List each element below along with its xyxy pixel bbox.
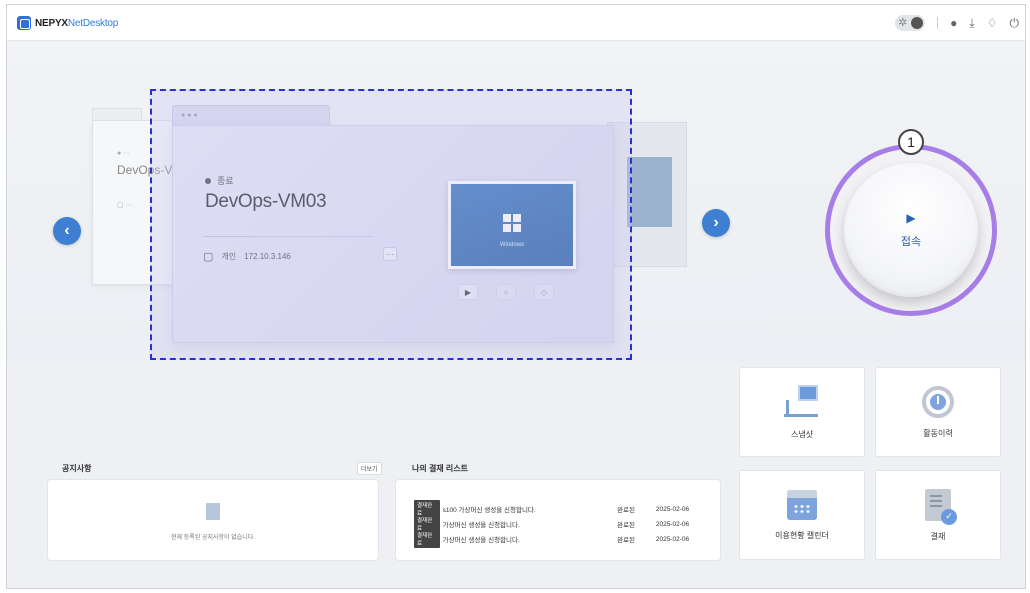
selection-highlight (150, 89, 632, 360)
approval-subject: s100 가상머신 생성을 신청합니다. (442, 507, 536, 514)
list-item[interactable]: 결재완료 가상머신 생성을 신청합니다. 완료된 2025-02-06 (414, 530, 714, 548)
bell-icon[interactable]: ♢ (987, 16, 998, 30)
tile-label: 활동이력 (923, 428, 953, 438)
approvals-panel: 결재완료 s100 가상머신 생성을 신청합니다. 완료된 2025-02-06… (395, 479, 721, 561)
approval-date: 2025-02-06 (655, 535, 690, 543)
next-card-screen (627, 157, 672, 227)
history-icon (922, 385, 954, 418)
prev-card-meta: ▢ ··· (117, 202, 133, 209)
usage-calendar-tile[interactable]: 이용현황 캘린더 (739, 470, 865, 560)
check-icon: ✓ (941, 508, 957, 525)
approval-status: 완료된 (617, 507, 636, 514)
tile-label: 결재 (930, 531, 946, 541)
connect-button[interactable]: ▶ 접속 (844, 163, 978, 297)
status-badge: 결재완료 (414, 530, 440, 548)
carousel-next-button[interactable]: › (702, 209, 730, 237)
approval-status: 완료된 (617, 537, 636, 544)
download-icon[interactable]: ⤓ (969, 16, 974, 31)
top-header: NEPYXNetDesktop ✲ ● ⤓ ♢ ⏻ (7, 5, 1025, 41)
approval-date: 2025-02-06 (655, 520, 690, 528)
header-divider (937, 17, 939, 29)
approval-date: 2025-02-06 (655, 505, 690, 513)
play-icon: ▶ (906, 211, 916, 225)
prev-card-tab (92, 108, 142, 120)
step-badge: 1 (898, 129, 924, 155)
logo[interactable]: NEPYXNetDesktop (17, 16, 118, 30)
toggle-knob (911, 17, 924, 29)
approvals-title: 나의 결재 리스트 (412, 464, 468, 473)
header-actions: ✲ ● ⤓ ♢ ⏻ (895, 15, 1019, 31)
notices-panel: 현재 등록된 공지사항이 없습니다. (47, 479, 379, 561)
connect-label: 접속 (900, 236, 922, 248)
approval-tile[interactable]: ✓ 결재 (875, 470, 1001, 560)
logo-accent: NetDesktop (67, 17, 119, 29)
user-icon[interactable]: ● (950, 16, 957, 30)
activity-history-tile[interactable]: 활동이력 (875, 367, 1001, 457)
chevron-left-icon: ‹ (64, 222, 70, 239)
approval-status: 완료된 (617, 522, 636, 529)
tile-label: 스냅샷 (790, 429, 814, 439)
notices-more-button[interactable]: 더보기 (357, 462, 382, 475)
carousel-prev-button[interactable]: ‹ (53, 217, 81, 245)
snapshot-icon (784, 384, 820, 419)
logo-name: NEPYX (35, 17, 68, 29)
app-window: NEPYXNetDesktop ✲ ● ⤓ ♢ ⏻ ● ··· DevOps-V… (6, 4, 1026, 589)
approval-subject: 가상머신 생성을 신청합니다. (442, 522, 520, 529)
connect-ring: ▶ 접속 (825, 144, 997, 316)
calendar-icon (787, 489, 817, 520)
approval-document-icon: ✓ (925, 488, 957, 525)
tile-label: 이용현황 캘린더 (775, 530, 829, 540)
power-icon[interactable]: ⏻ (1010, 16, 1020, 31)
chevron-right-icon: › (713, 214, 719, 231)
prev-card-status: ● ··· (117, 150, 131, 157)
notices-title: 공지사항 (62, 464, 92, 473)
snapshot-tile[interactable]: 스냅샷 (739, 367, 865, 457)
theme-toggle[interactable]: ✲ (895, 15, 926, 31)
logo-icon (17, 16, 31, 30)
sun-icon: ✲ (898, 17, 908, 29)
document-icon (206, 503, 220, 520)
approval-subject: 가상머신 생성을 신청합니다. (442, 537, 520, 544)
notices-empty-text: 현재 등록된 공지사항이 없습니다. (171, 535, 255, 541)
